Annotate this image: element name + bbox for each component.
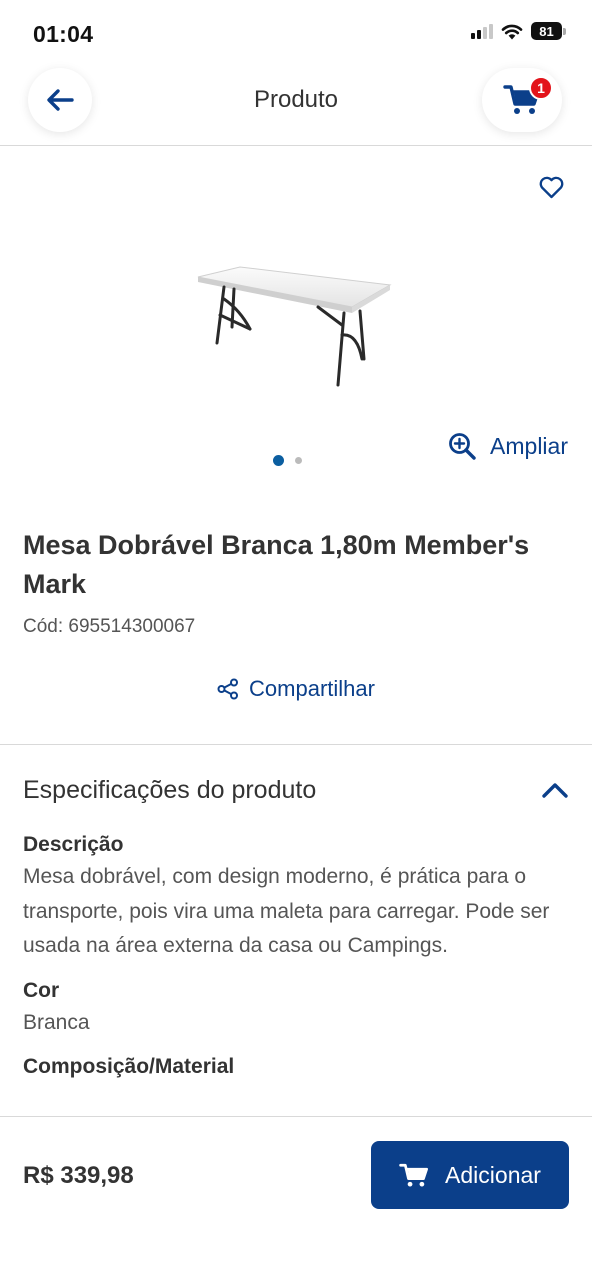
battery-icon: 81 <box>531 22 566 40</box>
cart-count-badge: 1 <box>529 76 553 100</box>
spec-label-cor: Cor <box>23 978 60 1002</box>
share-label: Compartilhar <box>249 676 375 701</box>
zoom-in-icon <box>449 433 476 460</box>
chevron-up-icon[interactable] <box>541 781 569 799</box>
cart-button[interactable]: 1 <box>482 68 562 132</box>
heart-icon <box>539 176 563 198</box>
spec-value-cor: Branca <box>23 1010 90 1034</box>
carousel-dot[interactable] <box>295 457 302 464</box>
product-price: R$ 339,98 <box>23 1162 134 1189</box>
status-time: 01:04 <box>33 21 94 47</box>
zoom-button[interactable]: Ampliar <box>448 432 568 460</box>
spec-label-composicao: Composição/Material <box>23 1055 235 1078</box>
specs-content: Descrição Mesa dobrável, com design mode… <box>23 830 569 1082</box>
image-carousel-dots <box>273 455 302 466</box>
folding-table-image <box>197 266 392 387</box>
favorite-button[interactable] <box>538 174 564 200</box>
product-title: Mesa Dobrável Branca 1,80m Member's Mark <box>23 530 530 599</box>
app-header: Produto 1 <box>0 64 592 146</box>
specs-accordion-header[interactable]: Especificações do produto <box>23 772 569 808</box>
status-icons: 81 <box>471 22 566 40</box>
carousel-dot-active[interactable] <box>273 455 284 466</box>
spec-label-descricao: Descrição <box>23 833 124 856</box>
add-to-cart-button[interactable]: Adicionar <box>371 1141 569 1209</box>
share-button[interactable]: Compartilhar <box>0 676 592 702</box>
share-icon <box>217 678 239 700</box>
zoom-label: Ampliar <box>490 432 568 459</box>
spec-value-descricao: Mesa dobrável, com design moderno, é prá… <box>23 865 550 957</box>
section-divider <box>0 744 592 745</box>
cellular-signal-icon <box>471 23 493 39</box>
add-to-cart-label: Adicionar <box>445 1161 541 1188</box>
purchase-bar: R$ 339,98 Adicionar <box>0 1116 592 1280</box>
status-bar: 01:04 81 <box>0 0 592 64</box>
product-code: Cód: 695514300067 <box>23 616 196 637</box>
cart-icon <box>399 1163 429 1187</box>
battery-level: 81 <box>531 22 562 40</box>
specs-title: Especificações do produto <box>23 775 317 804</box>
wifi-icon <box>501 24 523 39</box>
product-image[interactable] <box>192 255 396 395</box>
